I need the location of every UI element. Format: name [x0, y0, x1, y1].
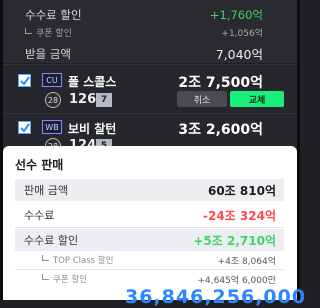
- fee-discount-row: 수수료 할인 +5조 2,710억: [15, 229, 284, 251]
- summary-panel: 수수료 할인 +1,760억 쿠폰 할인 +1,056억 받을 금액 7,040…: [3, 0, 297, 63]
- sub-item-icon: [25, 28, 32, 34]
- age-badge: 28: [45, 92, 61, 108]
- sub-item-icon: [42, 255, 49, 261]
- fee-discount-label: 수수료 할인: [25, 8, 82, 22]
- team-badge: CU: [42, 73, 62, 87]
- coupon-discount-row: 쿠폰 할인 +4,645억 6,000만: [15, 271, 284, 287]
- sale-amount-label: 판매 금액: [24, 184, 68, 197]
- right-bezel: [297, 0, 300, 300]
- fee-value: -24조 324억: [203, 208, 276, 223]
- sale-amount-row: 판매 금액 60조 810억: [15, 179, 284, 201]
- top-class-value: +4조 8,064억: [217, 256, 276, 267]
- player-ovr: 126: [69, 92, 97, 107]
- sale-amount-value: 60조 810억: [207, 183, 276, 198]
- player-sale-sheet: 선수 판매 판매 금액 60조 810억 수수료 -24조 324억 수수료 할…: [3, 146, 305, 308]
- summary-receive-row: 받을 금액 7,040억: [25, 44, 263, 63]
- fee-row: 수수료 -24조 324억: [15, 204, 284, 226]
- coupon-discount-label: 쿠폰 할인: [36, 29, 72, 39]
- fee-label: 수수료: [24, 209, 55, 222]
- enhance-level: 7: [96, 93, 112, 107]
- player-price: 2조 7,500억: [178, 75, 263, 91]
- summary-coupon-row: 쿠폰 할인 +1,056억: [25, 26, 263, 39]
- coupon-discount-value: +1,056억: [221, 29, 263, 39]
- receive-label: 받을 금액: [25, 46, 71, 61]
- team-badge: WB: [42, 120, 62, 134]
- player-name: 폴 스콜스: [68, 75, 117, 89]
- swap-button[interactable]: 교체: [230, 91, 284, 107]
- sale-fee-discount-value: +5조 2,710억: [193, 233, 276, 248]
- total-amount: 36,846,256,000: [125, 286, 307, 308]
- sale-coupon-value: +4,645억 6,000만: [197, 275, 277, 286]
- sale-title: 선수 판매: [15, 158, 64, 172]
- cancel-button[interactable]: 취소: [177, 91, 227, 107]
- player-name: 보비 찰턴: [68, 122, 117, 136]
- checkbox-checked-icon[interactable]: [18, 121, 31, 134]
- sale-fee-discount-label: 수수료 할인: [24, 234, 79, 247]
- summary-fee-discount-row: 수수료 할인 +1,760억: [25, 7, 263, 23]
- receive-value: 7,040억: [215, 47, 263, 62]
- top-class-discount-row: TOP Class 할인 +4조 8,064억: [15, 252, 284, 268]
- player-card[interactable]: CU 폴 스콜스 2조 7,500억 28 126 7 취소 교체: [3, 64, 297, 113]
- player-price: 3조 2,600억: [178, 122, 263, 138]
- top-class-label: TOP Class 할인: [53, 256, 114, 266]
- checkbox-checked-icon[interactable]: [18, 74, 31, 87]
- sub-item-icon: [42, 274, 49, 280]
- sale-coupon-label: 쿠폰 할인: [53, 275, 87, 285]
- fee-discount-value: +1,760억: [209, 8, 263, 22]
